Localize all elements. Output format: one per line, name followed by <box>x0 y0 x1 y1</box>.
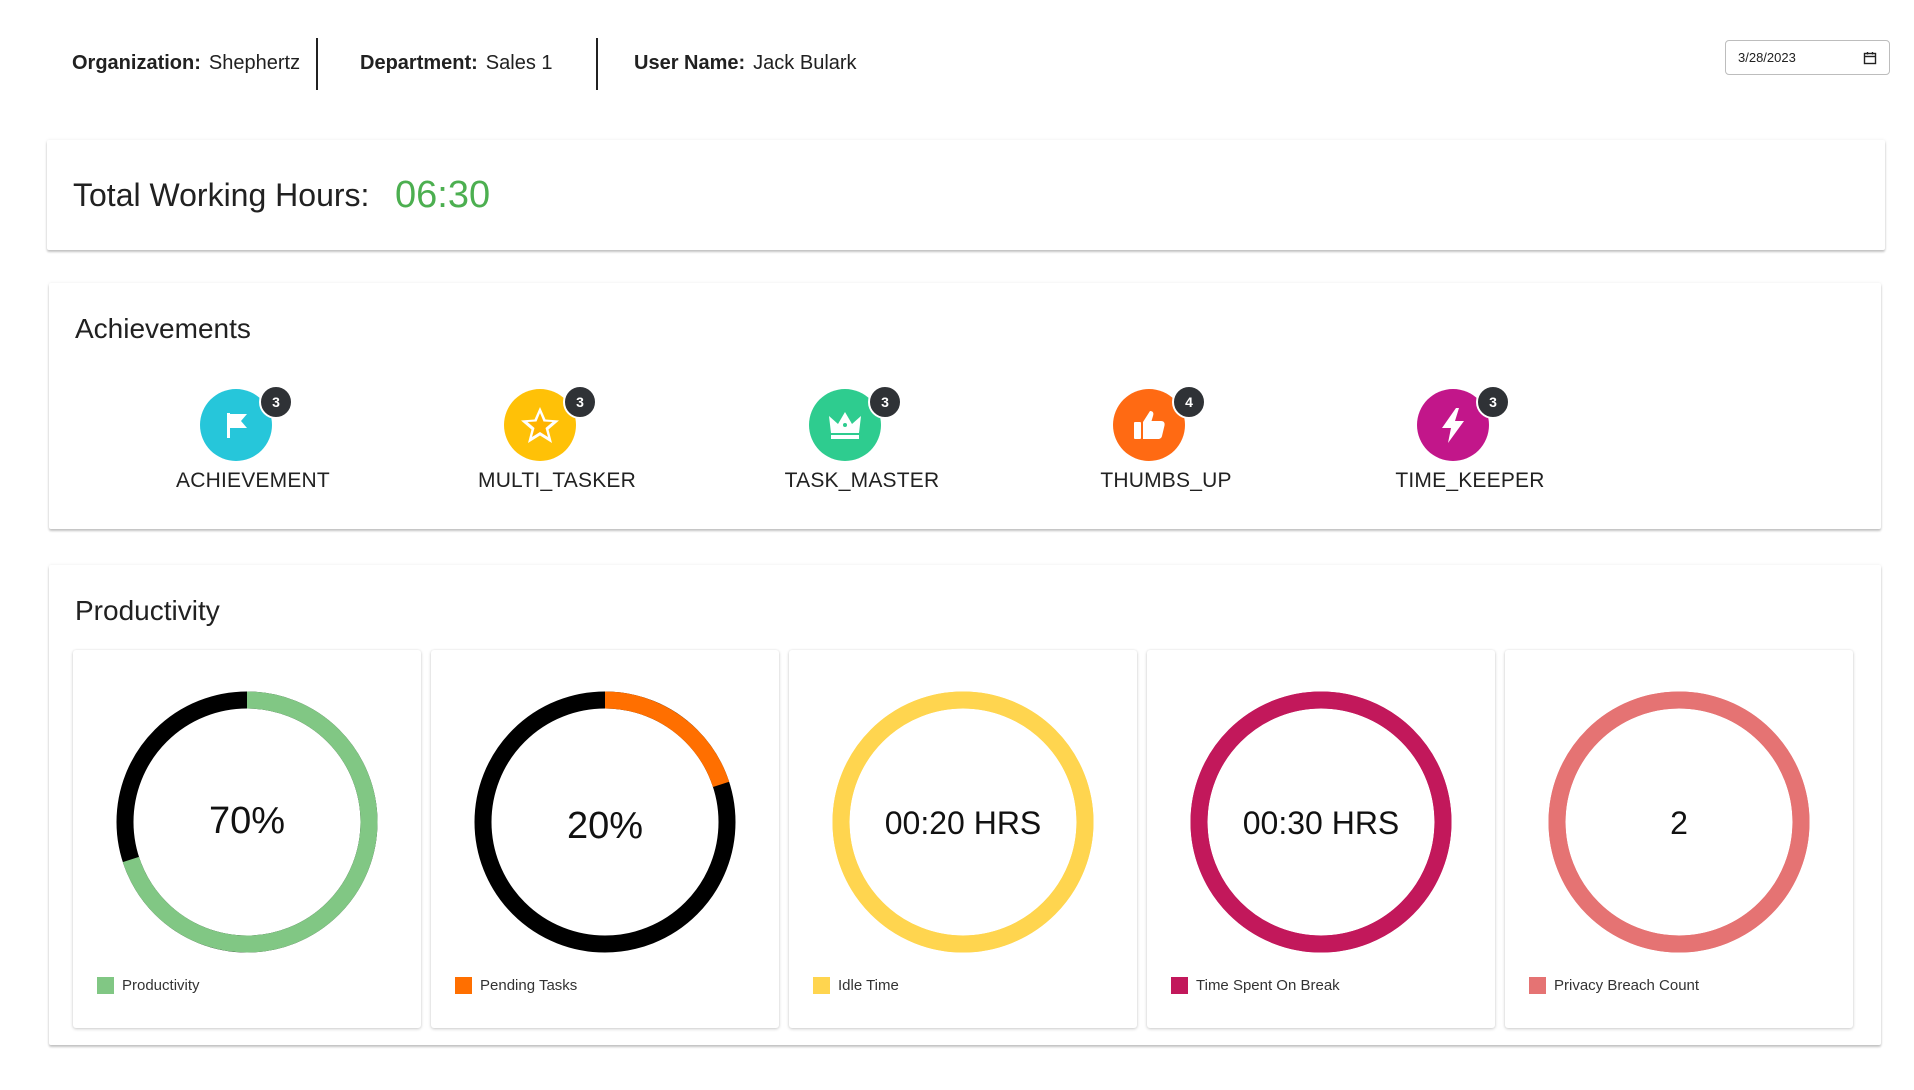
legend-swatch <box>813 977 830 994</box>
achievement-name: TIME_KEEPER <box>1395 469 1545 492</box>
achievement-item-time-keeper[interactable]: 3 TIME_KEEPER <box>1345 385 1595 499</box>
achievement-count-badge: 4 <box>1172 385 1206 419</box>
privacy-breach-legend[interactable]: Privacy Breach Count <box>1529 977 1699 994</box>
break-time-value: 00:30 HRS <box>1242 805 1400 841</box>
department-label: Department: <box>360 52 478 74</box>
achievements-title: Achievements <box>75 313 251 344</box>
legend-swatch <box>97 977 114 994</box>
username-label: User Name: <box>634 52 746 74</box>
legend-label: Time Spent On Break <box>1196 977 1340 994</box>
achievement-name: MULTI_TASKER <box>478 469 636 492</box>
username-info: User Name: Jack Bulark <box>634 52 857 75</box>
achievement-item-thumbs-up[interactable]: 4 THUMBS_UP <box>1041 385 1291 499</box>
idle-time-legend[interactable]: Idle Time <box>813 977 899 994</box>
legend-swatch <box>455 977 472 994</box>
break-time-metric-card: 00:30 HRS Time Spent On Break <box>1147 650 1495 1028</box>
header-divider <box>316 38 318 90</box>
achievement-name: TASK_MASTER <box>784 469 940 492</box>
date-value: 3/28/2023 <box>1738 50 1796 65</box>
calendar-icon[interactable] <box>1863 51 1877 65</box>
header-bar: Organization: Shephertz Department: Sales … <box>0 0 1914 130</box>
achievement-item-multi-tasker[interactable]: 3 MULTI_TASKER <box>432 385 682 499</box>
productivity-card: Productivity 70% Productivity 20% Pendin… <box>49 565 1881 1045</box>
privacy-breach-value: 2 <box>1670 805 1688 841</box>
achievement-count-badge: 3 <box>563 385 597 419</box>
date-picker-input[interactable]: 3/28/2023 <box>1725 40 1890 75</box>
working-hours-card: Total Working Hours: 06:30 <box>47 140 1885 250</box>
legend-label: Idle Time <box>838 977 899 994</box>
productivity-value: 70% <box>208 800 286 842</box>
organization-info: Organization: Shephertz <box>72 52 300 75</box>
idle-time-value: 00:20 HRS <box>884 805 1042 841</box>
legend-swatch <box>1529 977 1546 994</box>
header-divider <box>596 38 598 90</box>
break-time-legend[interactable]: Time Spent On Break <box>1171 977 1340 994</box>
legend-label: Pending Tasks <box>480 977 578 994</box>
department-value: Sales 1 <box>485 52 553 74</box>
organization-value: Shephertz <box>208 52 301 74</box>
achievement-item-achievement[interactable]: 3 ACHIEVEMENT <box>128 385 378 499</box>
legend-label: Privacy Breach Count <box>1554 977 1700 994</box>
department-info: Department: Sales 1 <box>360 52 553 75</box>
achievement-item-task-master[interactable]: 3 TASK_MASTER <box>737 385 987 499</box>
achievement-count-badge: 3 <box>1476 385 1510 419</box>
working-hours-value: 06:30 <box>395 174 491 216</box>
privacy-breach-metric-card: 2 Privacy Breach Count <box>1505 650 1853 1028</box>
achievement-name: THUMBS_UP <box>1100 469 1232 492</box>
pending-tasks-value: 20% <box>566 805 644 847</box>
idle-time-metric-card: 00:20 HRS Idle Time <box>789 650 1137 1028</box>
working-hours-label: Total Working Hours: <box>73 177 370 213</box>
legend-label: Productivity <box>122 977 200 994</box>
pending-tasks-metric-card: 20% Pending Tasks <box>431 650 779 1028</box>
achievement-name: ACHIEVEMENT <box>176 469 330 492</box>
organization-label: Organization: <box>72 52 201 74</box>
legend-swatch <box>1171 977 1188 994</box>
productivity-legend[interactable]: Productivity <box>97 977 200 994</box>
pending-tasks-legend[interactable]: Pending Tasks <box>455 977 577 994</box>
productivity-title: Productivity <box>75 595 220 626</box>
username-value: Jack Bulark <box>753 52 857 74</box>
achievement-count-badge: 3 <box>259 385 293 419</box>
productivity-metric-card: 70% Productivity <box>73 650 421 1028</box>
achievement-count-badge: 3 <box>868 385 902 419</box>
achievements-card: Achievements 3 ACHIEVEMENT 3 MULTI_TASKE… <box>49 283 1881 529</box>
